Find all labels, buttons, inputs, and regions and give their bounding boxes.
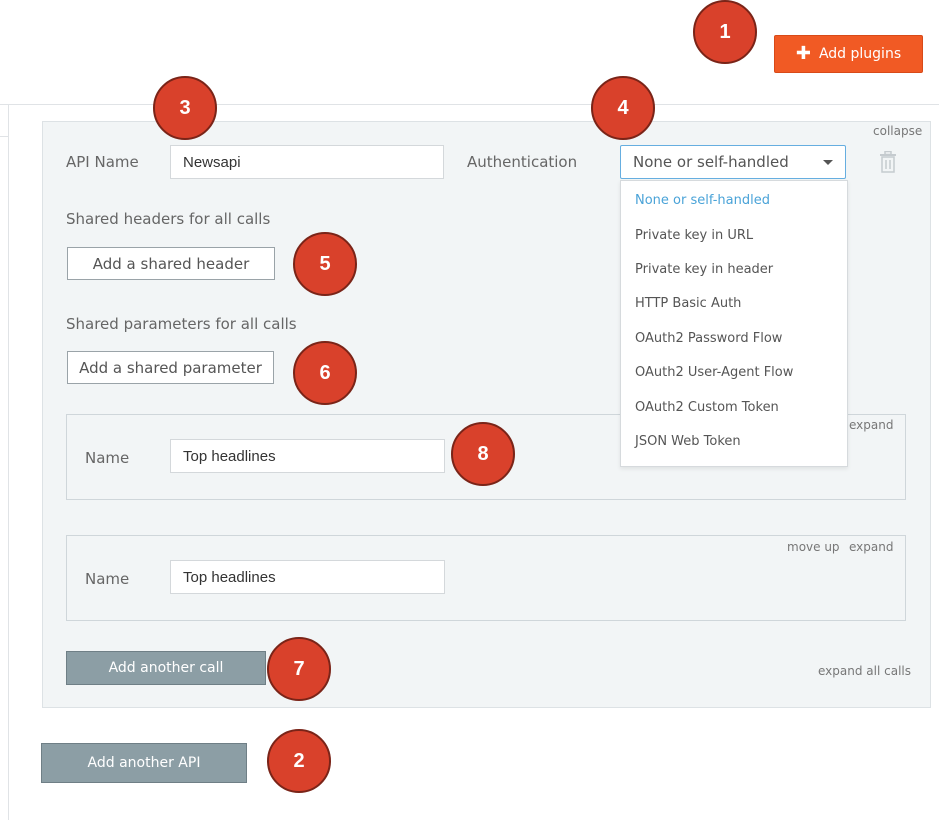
call-2-expand-link[interactable]: expand <box>849 540 893 554</box>
api-name-label: API Name <box>66 153 139 171</box>
authentication-label: Authentication <box>467 153 578 171</box>
call-1-name-label: Name <box>85 449 130 467</box>
callout-4: 4 <box>591 76 655 140</box>
auth-option-oauth2-custom[interactable]: OAuth2 Custom Token <box>635 400 779 415</box>
left-divider <box>8 104 9 820</box>
auth-option-basic-auth[interactable]: HTTP Basic Auth <box>635 296 741 311</box>
add-another-call-button[interactable]: Add another call <box>66 651 266 685</box>
expand-all-calls-link[interactable]: expand all calls <box>818 664 911 678</box>
callout-6: 6 <box>293 341 357 405</box>
auth-option-oauth2-user-agent[interactable]: OAuth2 User-Agent Flow <box>635 365 793 380</box>
callout-5: 5 <box>293 232 357 296</box>
call-1-expand-link[interactable]: expand <box>849 418 893 432</box>
authentication-dropdown-menu: None or self-handled Private key in URL … <box>620 180 848 467</box>
callout-2: 2 <box>267 729 331 793</box>
auth-option-jwt[interactable]: JSON Web Token <box>635 434 741 449</box>
call-2-name-label: Name <box>85 570 130 588</box>
add-another-api-button[interactable]: Add another API <box>41 743 247 783</box>
call-2-name-input[interactable]: Top headlines <box>170 560 445 594</box>
call-2-move-up-link[interactable]: move up <box>787 540 840 554</box>
callout-3: 3 <box>153 76 217 140</box>
authentication-select[interactable]: None or self-handled <box>620 145 846 179</box>
auth-option-oauth2-password[interactable]: OAuth2 Password Flow <box>635 331 782 346</box>
left-divider-tick <box>0 136 8 137</box>
callout-8: 8 <box>451 422 515 486</box>
shared-headers-label: Shared headers for all calls <box>66 210 271 228</box>
collapse-link[interactable]: collapse <box>873 124 922 138</box>
trash-icon[interactable] <box>879 151 897 173</box>
authentication-selected-value: None or self-handled <box>633 153 789 171</box>
callout-7: 7 <box>267 637 331 701</box>
add-shared-parameter-button[interactable]: Add a shared parameter <box>67 351 274 384</box>
chevron-down-icon <box>823 159 833 165</box>
callout-1: 1 <box>693 0 757 64</box>
add-shared-header-button[interactable]: Add a shared header <box>67 247 275 280</box>
add-plugins-label: Add plugins <box>818 46 902 62</box>
api-name-input[interactable]: Newsapi <box>170 145 444 179</box>
auth-option-key-url[interactable]: Private key in URL <box>635 228 753 243</box>
auth-option-key-header[interactable]: Private key in header <box>635 262 773 277</box>
top-divider <box>0 104 939 105</box>
auth-option-none[interactable]: None or self-handled <box>635 193 770 208</box>
call-1-name-input[interactable]: Top headlines <box>170 439 445 473</box>
add-plugins-button[interactable]: ✚ Add plugins <box>774 35 923 73</box>
plus-icon: ✚ <box>795 43 811 64</box>
shared-params-label: Shared parameters for all calls <box>66 315 297 333</box>
